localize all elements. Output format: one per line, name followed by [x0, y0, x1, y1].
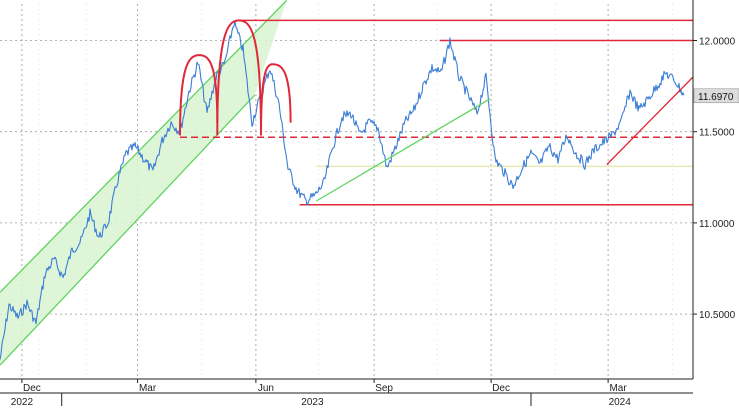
- y-tick-label: 11.0000: [699, 219, 735, 230]
- channel-upper-line: [0, 0, 287, 292]
- x-tick-label: Jun: [258, 383, 274, 394]
- overlay-annotations: [180, 20, 693, 201]
- y-tick-label: 10.5000: [699, 310, 736, 321]
- year-label: 2024: [609, 397, 632, 406]
- price-chart: 12.0000 11.5000 11.0000 10.5000 Dec Mar Jun Sep…: [0, 0, 739, 406]
- channel-lower-line: [0, 95, 255, 365]
- last-value-label: 11.6970: [698, 92, 734, 103]
- x-tick-label: Mar: [609, 383, 627, 394]
- y-tick-label: 11.5000: [699, 128, 735, 139]
- y-tick-label: 12.0000: [699, 37, 736, 48]
- year-label: 2023: [301, 397, 324, 406]
- x-tick-label: Mar: [139, 383, 157, 394]
- chart-area: 12.0000 11.5000 11.0000 10.5000 Dec Mar Jun Sep…: [0, 0, 739, 406]
- trend-line: [316, 99, 490, 201]
- x-tick-label: Dec: [492, 383, 510, 394]
- year-label: 2022: [11, 397, 34, 406]
- x-tick-label: Sep: [375, 383, 393, 394]
- x-tick-label: Dec: [23, 383, 41, 394]
- peak-arc: [261, 64, 291, 135]
